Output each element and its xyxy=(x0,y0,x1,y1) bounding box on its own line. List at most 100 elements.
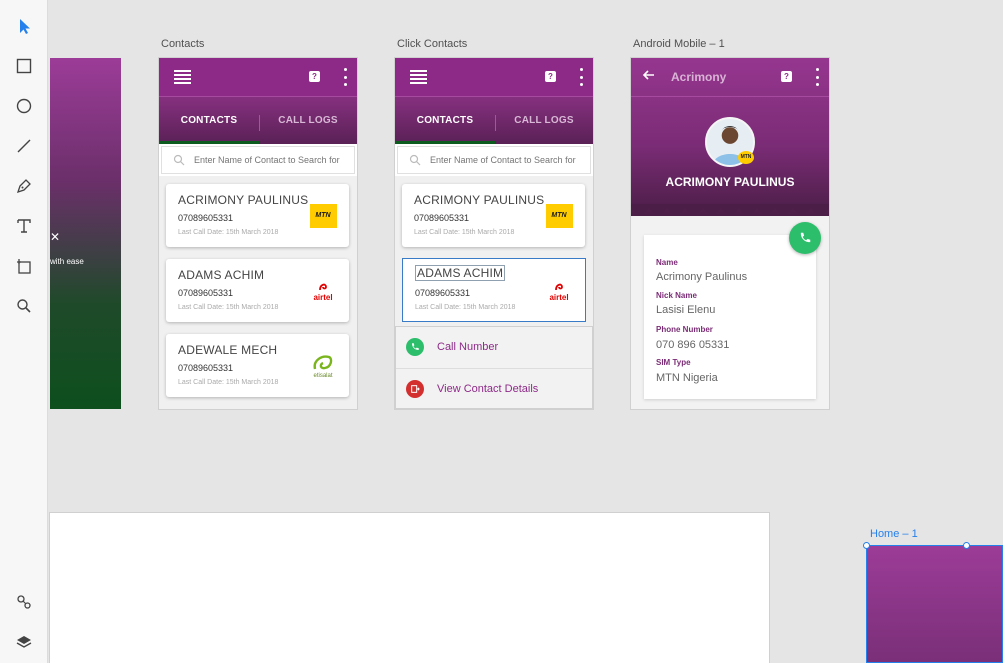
tab-contacts[interactable]: CONTACTS xyxy=(395,97,495,144)
more-options-icon[interactable] xyxy=(343,68,347,86)
click-contacts-artboard[interactable]: ? CONTACTS CALL LOGS ACRIMONY PAULINUS 0… xyxy=(395,58,593,409)
zoom-icon xyxy=(17,299,31,313)
partial-artboard[interactable]: ✕ with ease xyxy=(50,58,121,409)
tab-indicator xyxy=(395,141,495,144)
zoom-tool[interactable] xyxy=(12,294,36,318)
contacts-artboard[interactable]: ? CONTACTS CALL LOGS ACRIMONY PAULINUS 0… xyxy=(159,58,357,409)
contact-card[interactable]: ADAMS ACHIM 07089605331 Last Call Date: … xyxy=(166,259,349,322)
artboard-label-android-mobile[interactable]: Android Mobile – 1 xyxy=(633,38,725,50)
last-call-date: Last Call Date: 15th March 2018 xyxy=(178,379,279,386)
line-tool[interactable] xyxy=(12,134,36,158)
contact-card[interactable]: ACRIMONY PAULINUS 07089605331 Last Call … xyxy=(166,184,349,247)
nick-name-value: Lasisi Elenu xyxy=(656,304,716,316)
android-mobile-artboard[interactable]: Acrimony ? MTN ACRIMONY PAULINUS Name Ac… xyxy=(631,58,829,409)
artboard-label-contacts[interactable]: Contacts xyxy=(161,38,204,50)
artboard-icon xyxy=(17,259,31,274)
pen-icon xyxy=(16,179,31,194)
last-call-date: Last Call Date: 15th March 2018 xyxy=(415,304,516,311)
resize-handle[interactable] xyxy=(863,542,870,549)
last-call-date: Last Call Date: 15th March 2018 xyxy=(178,229,279,236)
tools-toolbar xyxy=(0,0,48,663)
menu-icon[interactable] xyxy=(410,70,427,84)
tab-call-logs[interactable]: CALL LOGS xyxy=(259,97,357,144)
back-arrow-icon[interactable] xyxy=(642,68,656,82)
text-icon xyxy=(17,219,31,233)
mtn-logo-icon: MTN xyxy=(309,203,337,229)
assets-icon xyxy=(17,595,31,609)
search-icon xyxy=(409,154,421,166)
contact-card[interactable]: ADEWALE MECH 07089605331 Last Call Date:… xyxy=(166,334,349,397)
artboard-label-home[interactable]: Home – 1 xyxy=(870,528,918,540)
contact-phone: 07089605331 xyxy=(178,288,234,298)
nick-name-label: Nick Name xyxy=(656,291,697,300)
blank-artboard[interactable] xyxy=(50,513,769,663)
help-icon[interactable]: ? xyxy=(545,71,556,82)
view-contact-details-label: View Contact Details xyxy=(437,383,539,395)
page-title: Acrimony xyxy=(671,70,727,84)
name-label: Name xyxy=(656,258,678,267)
airtel-logo-icon: airtel xyxy=(309,278,337,304)
help-icon[interactable]: ? xyxy=(309,71,320,82)
help-icon[interactable]: ? xyxy=(781,71,792,82)
tab-bar: CONTACTS CALL LOGS xyxy=(395,97,593,144)
arrow-pointer-icon xyxy=(20,19,30,34)
more-options-icon[interactable] xyxy=(815,68,819,86)
resize-handle[interactable] xyxy=(963,542,970,549)
assets-tool[interactable] xyxy=(12,590,36,614)
contact-phone: 07089605331 xyxy=(178,213,234,223)
artboard-tool[interactable] xyxy=(12,254,36,278)
contact-name: ADEWALE MECH xyxy=(178,343,278,357)
phone-icon xyxy=(800,232,811,243)
call-number-label: Call Number xyxy=(437,341,499,353)
phone-number-value: 070 896 05331 xyxy=(656,339,730,351)
call-number-menu-item[interactable]: Call Number xyxy=(396,327,592,368)
tab-call-logs[interactable]: CALL LOGS xyxy=(495,97,593,144)
tagline-text: with ease xyxy=(50,257,84,266)
profile-header: Acrimony ? MTN ACRIMONY PAULINUS xyxy=(631,58,829,216)
last-call-date: Last Call Date: 15th March 2018 xyxy=(414,229,515,236)
call-button[interactable] xyxy=(789,222,821,254)
ellipse-tool[interactable] xyxy=(12,94,36,118)
contact-phone: 07089605331 xyxy=(415,288,471,298)
close-icon: ✕ xyxy=(50,230,61,244)
contact-name-heading: ACRIMONY PAULINUS xyxy=(665,175,795,189)
contact-name: ACRIMONY PAULINUS xyxy=(414,193,545,207)
tab-divider xyxy=(259,115,260,131)
ellipse-icon xyxy=(16,98,32,114)
sim-type-value: MTN Nigeria xyxy=(656,372,718,384)
more-options-icon[interactable] xyxy=(579,68,583,86)
contact-card-selected[interactable]: ADAMS ACHIM 07089605331 Last Call Date: … xyxy=(402,258,586,322)
search-icon xyxy=(173,154,185,166)
text-tool[interactable] xyxy=(12,214,36,238)
contact-name: ADAMS ACHIM xyxy=(415,265,506,281)
search-bar xyxy=(397,146,591,174)
contact-phone: 07089605331 xyxy=(414,213,470,223)
name-value: Acrimony Paulinus xyxy=(656,271,748,283)
search-input[interactable] xyxy=(430,152,588,168)
tab-divider xyxy=(495,115,496,131)
phone-icon xyxy=(406,338,424,356)
view-contact-details-menu-item[interactable]: View Contact Details xyxy=(396,369,592,409)
app-bar: ? xyxy=(159,58,357,97)
airtel-logo-icon: airtel xyxy=(545,278,573,304)
rectangle-tool[interactable] xyxy=(12,54,36,78)
home-artboard-selected[interactable] xyxy=(866,545,1003,663)
last-call-date: Last Call Date: 15th March 2018 xyxy=(178,304,279,311)
select-tool[interactable] xyxy=(12,14,36,38)
contact-name: ACRIMONY PAULINUS xyxy=(178,193,309,207)
layers-tool[interactable] xyxy=(12,630,36,654)
menu-icon[interactable] xyxy=(174,70,191,84)
layers-icon xyxy=(16,636,32,648)
mtn-badge-icon: MTN xyxy=(738,151,754,164)
rectangle-icon xyxy=(16,58,32,74)
pen-tool[interactable] xyxy=(12,174,36,198)
search-input[interactable] xyxy=(194,152,352,168)
phone-number-label: Phone Number xyxy=(656,325,713,334)
line-icon xyxy=(17,139,31,153)
sim-type-label: SIM Type xyxy=(656,358,691,367)
tab-contacts[interactable]: CONTACTS xyxy=(159,97,259,144)
artboard-label-click-contacts[interactable]: Click Contacts xyxy=(397,38,467,50)
contact-card[interactable]: ACRIMONY PAULINUS 07089605331 Last Call … xyxy=(402,184,585,247)
contact-details-card: Name Acrimony Paulinus Nick Name Lasisi … xyxy=(644,235,816,399)
etisalat-logo-icon: etisalat xyxy=(309,353,337,379)
